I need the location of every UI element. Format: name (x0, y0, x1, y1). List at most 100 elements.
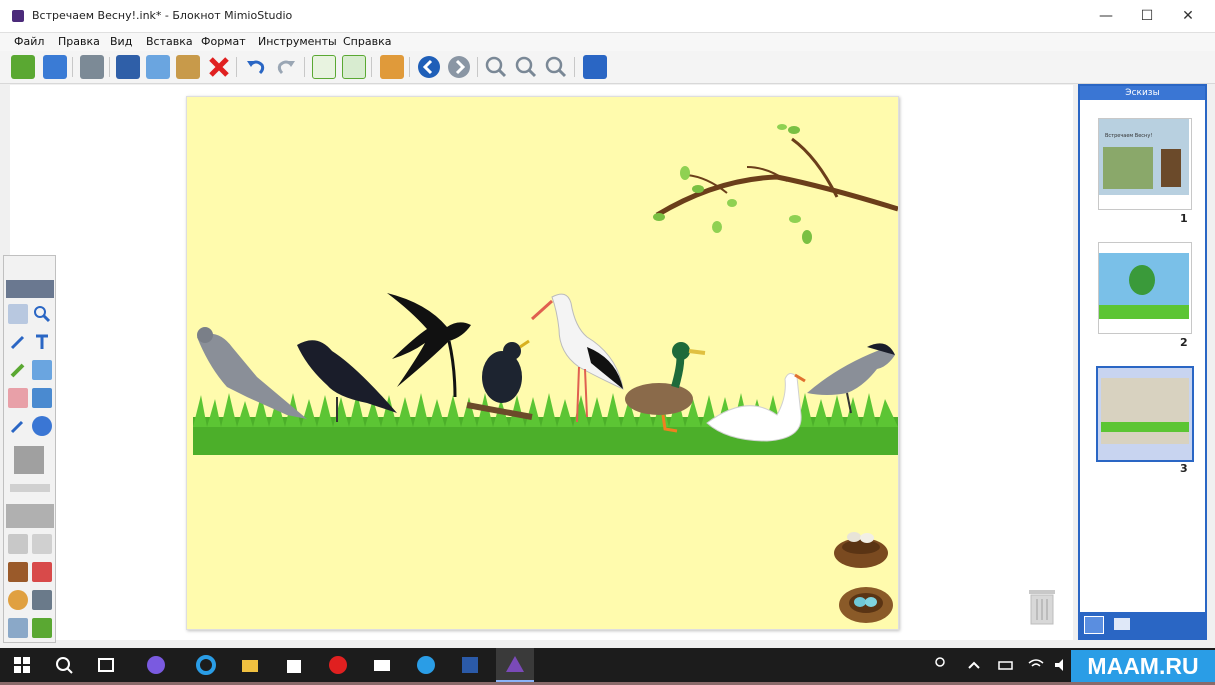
mimio-taskbar-button[interactable] (496, 648, 534, 682)
add-page-icon[interactable] (312, 55, 336, 79)
swan-bird[interactable] (706, 373, 806, 442)
text-tool-icon[interactable] (32, 332, 52, 352)
select-arrow-icon[interactable] (8, 304, 28, 324)
fill-tool-icon[interactable] (32, 416, 52, 436)
zoom-out-icon[interactable] (514, 55, 538, 79)
search-icon[interactable] (54, 655, 74, 675)
volume-icon[interactable] (1052, 655, 1072, 675)
title-bar: Встречаем Весну!.ink* - Блокнот MimioStu… (0, 0, 1215, 33)
folder-icon[interactable] (1114, 618, 1130, 630)
next-page-icon[interactable] (447, 55, 471, 79)
zoom-tool-icon[interactable] (32, 304, 52, 324)
users-icon[interactable] (380, 55, 404, 79)
zoom-in-icon[interactable] (484, 55, 508, 79)
palette-handle[interactable] (6, 280, 54, 298)
stork-bird[interactable] (530, 293, 624, 423)
cut-icon[interactable] (116, 55, 140, 79)
thumbnail-birdhouse (1161, 149, 1181, 187)
file-explorer-icon[interactable] (240, 655, 260, 675)
pen-tool-icon[interactable] (8, 332, 28, 352)
menu-view[interactable]: Вид (110, 35, 132, 48)
menu-bar: Файл Правка Вид Вставка Формат Инструмен… (0, 33, 1215, 51)
thumbnail-image (1101, 378, 1189, 444)
windows-start-icon[interactable] (12, 655, 32, 675)
task-view-icon[interactable] (96, 655, 116, 675)
thumbnail-2[interactable] (1098, 242, 1192, 334)
paste-icon[interactable] (176, 55, 200, 79)
color-picker-icon[interactable] (8, 416, 28, 436)
toolbar-separator (304, 57, 305, 77)
spotlight-icon[interactable] (32, 618, 52, 638)
duplicate-page-icon[interactable] (342, 55, 366, 79)
shape-tool-icon[interactable] (32, 360, 52, 380)
taskbar (0, 648, 1215, 682)
toolbar-separator (574, 57, 575, 77)
thumbnail-image (1099, 253, 1189, 319)
notebook-page[interactable] (186, 96, 899, 630)
minimize-button[interactable]: — (1086, 0, 1126, 32)
edge-browser-icon[interactable] (196, 655, 216, 675)
nest-with-eggs[interactable] (834, 532, 888, 568)
word-icon[interactable] (460, 655, 480, 675)
image-tool-icon[interactable] (32, 388, 52, 408)
reveal-icon[interactable] (8, 590, 28, 610)
menu-tools[interactable]: Инструменты (258, 35, 337, 48)
maam-watermark: MAAM.RU (1071, 650, 1215, 682)
open-icon[interactable] (11, 55, 35, 79)
screen-capture-icon[interactable] (32, 590, 52, 610)
fill-pattern-grid[interactable] (6, 504, 54, 528)
yandex-browser-icon[interactable] (328, 655, 348, 675)
prev-page-icon[interactable] (417, 55, 441, 79)
toolbar-separator (236, 57, 237, 77)
tree-branch[interactable] (653, 124, 899, 244)
thumbnail-number: 2 (1180, 336, 1188, 349)
print-icon[interactable] (80, 55, 104, 79)
close-button[interactable]: ✕ (1168, 0, 1208, 32)
store-icon[interactable] (284, 655, 304, 675)
thumbnails-view-icon[interactable] (1084, 616, 1104, 634)
toolbar-separator (371, 57, 372, 77)
alice-assistant-icon[interactable] (146, 655, 166, 675)
eraser-icon[interactable] (8, 388, 28, 408)
menu-edit[interactable]: Правка (58, 35, 100, 48)
highlighter-icon[interactable] (8, 360, 28, 380)
line-style-icon[interactable] (8, 534, 28, 554)
recorder-icon[interactable] (8, 618, 28, 638)
redo-icon[interactable] (274, 55, 298, 79)
tools-icon[interactable] (32, 562, 52, 582)
maximize-button[interactable]: ☐ (1127, 0, 1167, 32)
mimio-app-icon (506, 656, 524, 672)
gallery-icon[interactable] (8, 562, 28, 582)
nest-with-blue-eggs[interactable] (839, 587, 893, 623)
battery-icon[interactable] (996, 655, 1016, 675)
color-swatch-icon[interactable] (14, 446, 44, 474)
menu-file[interactable]: Файл (14, 35, 44, 48)
undo-icon[interactable] (244, 55, 268, 79)
thumbnail-1[interactable]: Встречаем Весну! (1098, 118, 1192, 210)
app-icon (12, 10, 24, 22)
main-toolbar (0, 51, 1215, 84)
skype-icon[interactable] (416, 655, 436, 675)
swallow-bird[interactable] (387, 293, 471, 398)
thumbnail-number: 3 (1180, 462, 1188, 475)
delete-icon[interactable] (207, 55, 231, 79)
line-width-slider[interactable] (10, 484, 50, 492)
menu-format[interactable]: Формат (201, 35, 246, 48)
trash-icon[interactable] (1026, 586, 1058, 626)
thumbnail-3[interactable] (1096, 366, 1194, 462)
zoom-fit-icon[interactable] (544, 55, 568, 79)
chevron-up-icon[interactable] (964, 655, 984, 675)
panel-footer (1080, 612, 1205, 638)
menu-insert[interactable]: Вставка (146, 35, 193, 48)
layers-icon[interactable] (32, 534, 52, 554)
save-icon[interactable] (43, 55, 67, 79)
wifi-icon[interactable] (1026, 655, 1046, 675)
mail-icon[interactable] (372, 655, 392, 675)
scene-canvas (193, 124, 899, 623)
people-icon[interactable] (930, 655, 950, 675)
thumbnails-panel: Эскизы Встречаем Весну! 1 2 3 (1078, 84, 1207, 640)
thumbnail-tree (1129, 265, 1155, 295)
fullscreen-icon[interactable] (583, 55, 607, 79)
menu-help[interactable]: Справка (343, 35, 391, 48)
copy-icon[interactable] (146, 55, 170, 79)
